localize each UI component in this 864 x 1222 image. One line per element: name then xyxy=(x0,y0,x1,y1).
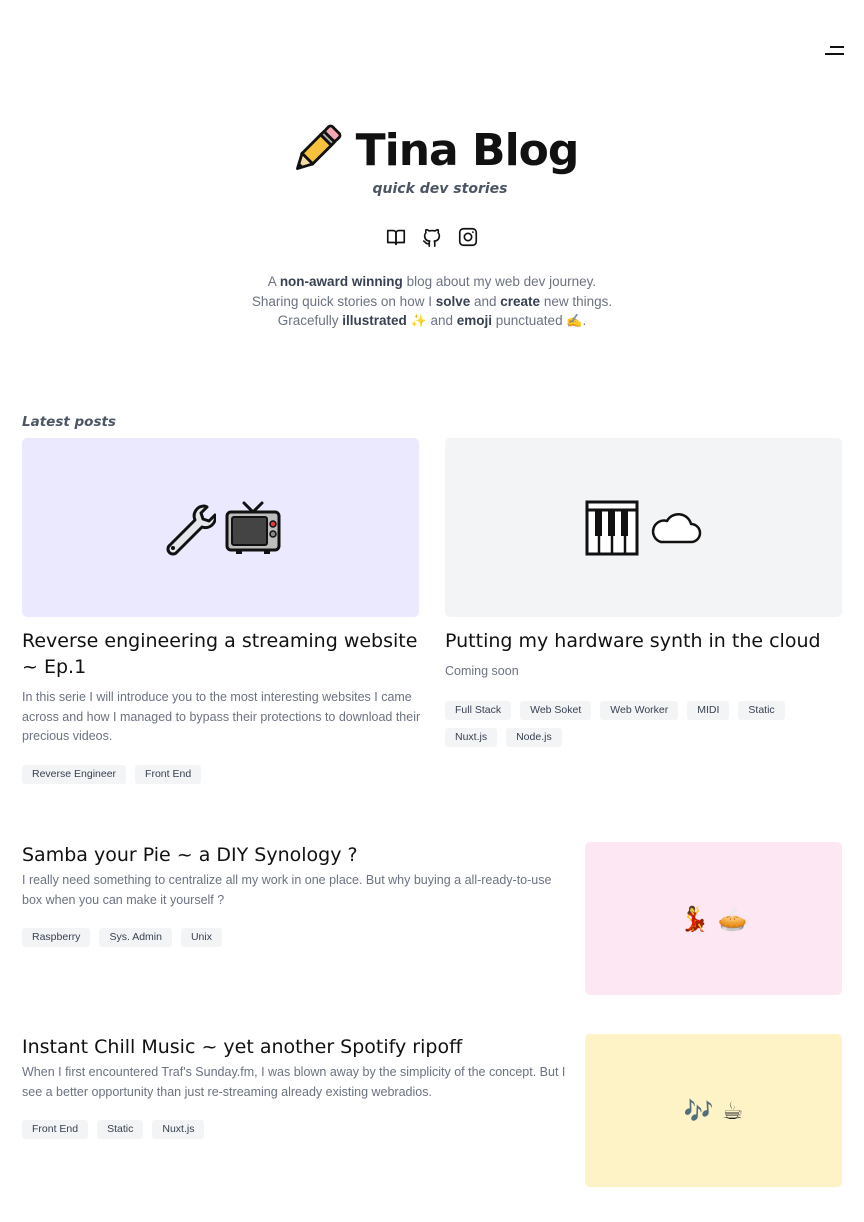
post-2-description: Coming soon xyxy=(445,664,519,678)
tag[interactable]: Unix xyxy=(180,928,222,947)
post-4-title[interactable]: Instant Chill Music ~ yet another Spotif… xyxy=(22,1034,562,1060)
tag[interactable]: Reverse Engineer xyxy=(22,765,127,784)
instagram-icon[interactable] xyxy=(457,226,479,248)
pie-icon: 🥧 xyxy=(717,904,748,933)
post-3-description: I really need something to centralize al… xyxy=(22,873,552,907)
writing-hand-icon: ✍️ xyxy=(566,313,583,328)
tag[interactable]: Raspberry xyxy=(22,928,91,947)
latest-posts-heading: Latest posts xyxy=(22,414,116,430)
sparkles-icon: ✨ xyxy=(410,313,427,328)
post-2-image[interactable] xyxy=(445,438,842,617)
tag[interactable]: Static xyxy=(97,1120,144,1139)
tag[interactable]: Web Soket xyxy=(520,701,592,720)
wrench-icon xyxy=(166,504,216,555)
dancer-icon: 💃 xyxy=(679,904,710,933)
tv-icon xyxy=(225,501,280,554)
tag[interactable]: MIDI xyxy=(687,701,730,720)
tag[interactable]: Sys. Admin xyxy=(99,928,172,947)
post-1-title[interactable]: Reverse engineering a streaming website … xyxy=(22,628,422,680)
tag[interactable]: Node.js xyxy=(506,728,562,747)
tag[interactable]: Full Stack xyxy=(445,701,512,720)
post-4-image[interactable]: 🎶 ☕ xyxy=(585,1034,842,1187)
tag[interactable]: Nuxt.js xyxy=(152,1120,205,1139)
post-4-tags: Front End Static Nuxt.js xyxy=(22,1120,562,1139)
cloud-icon xyxy=(651,512,701,543)
post-3-image[interactable]: 💃 🥧 xyxy=(585,842,842,995)
post-2-tags: Full Stack Web Soket Web Worker MIDI Sta… xyxy=(445,701,815,747)
tag[interactable]: Nuxt.js xyxy=(445,728,498,747)
intro-text: A non-award winning blog about my web de… xyxy=(251,274,613,328)
github-icon[interactable] xyxy=(421,226,443,248)
tag[interactable]: Web Worker xyxy=(600,701,679,720)
pencil-icon xyxy=(295,124,342,170)
post-1-description: In this serie I will introduce you to th… xyxy=(22,690,421,743)
tag[interactable]: Front End xyxy=(22,1120,89,1139)
post-1-tags: Reverse Engineer Front End xyxy=(22,765,422,784)
post-3-title[interactable]: Samba your Pie ~ a DIY Synology ? xyxy=(22,842,562,868)
post-2-title[interactable]: Putting my hardware synth in the cloud xyxy=(445,628,845,654)
piano-icon xyxy=(585,500,638,555)
site-title: Tina Blog xyxy=(355,124,580,176)
post-4-description: When I first encountered Traf's Sunday.f… xyxy=(22,1065,566,1099)
music-notes-icon: 🎶 xyxy=(683,1096,714,1125)
tag[interactable]: Front End xyxy=(135,765,202,784)
post-3-tags: Raspberry Sys. Admin Unix xyxy=(22,928,562,947)
tag[interactable]: Static xyxy=(738,701,785,720)
menu-icon[interactable] xyxy=(822,44,844,58)
social-links xyxy=(0,226,864,248)
coffee-icon: ☕ xyxy=(721,1096,744,1125)
book-icon[interactable] xyxy=(385,226,407,248)
site-header: Tina Blog xyxy=(0,120,864,180)
site-tagline: quick dev stories xyxy=(372,181,508,197)
post-1-image[interactable] xyxy=(22,438,419,617)
